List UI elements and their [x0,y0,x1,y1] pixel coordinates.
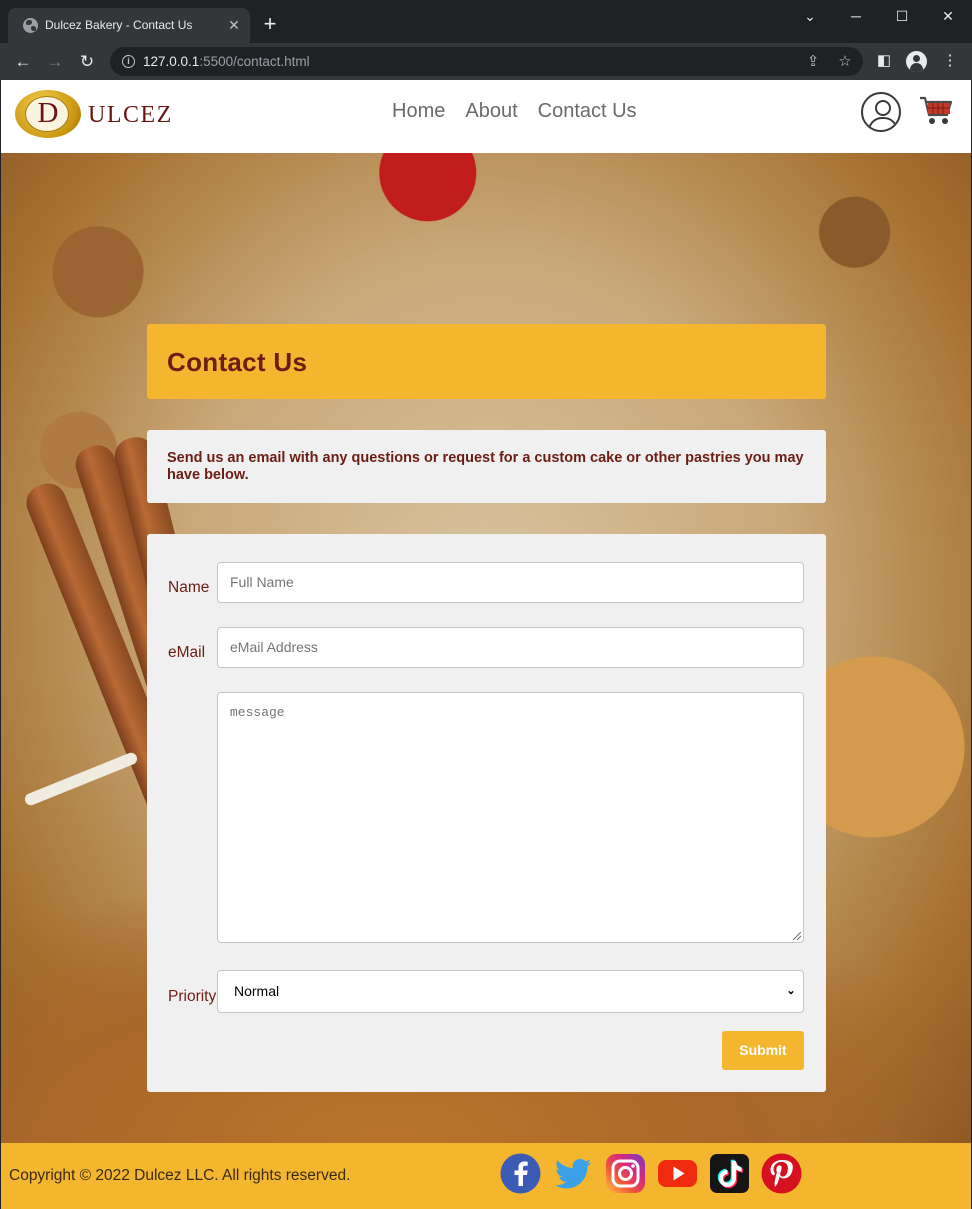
minimize-button[interactable]: ─ [842,4,870,28]
priority-value: Normal [234,983,280,999]
copyright-text: Copyright © 2022 Dulcez LLC. All rights … [9,1167,351,1184]
logo-wordmark: ULCEZ [88,102,173,128]
tab-title: Dulcez Bakery - Contact Us [45,18,193,32]
intro-panel: Send us an email with any questions or r… [147,430,826,503]
site-footer: Copyright © 2022 Dulcez LLC. All rights … [1,1143,971,1209]
facebook-icon[interactable] [500,1153,541,1194]
hero-background: Contact Us Send us an email with any que… [1,153,971,1143]
main-nav: Home About Contact Us [392,100,637,124]
reload-icon[interactable]: ↻ [75,50,99,74]
url-text: 127.0.0.1:5500/contact.html [143,54,310,69]
user-account-icon[interactable] [861,92,901,132]
title-panel: Contact Us [147,324,826,399]
browser-toolbar: ← → ↻ i 127.0.0.1:5500/contact.html ⇪ ☆ … [0,43,972,80]
site-header: D ULCEZ Home About Contact Us [1,80,971,153]
email-label: eMail [168,644,206,661]
email-input[interactable]: eMail Address [217,627,804,668]
twine [23,750,139,808]
share-icon[interactable]: ⇪ [803,52,823,72]
profile-icon[interactable] [906,51,927,72]
close-tab-icon[interactable]: ✕ [225,16,243,34]
page-title: Contact Us [167,347,308,377]
contact-form: Name Full Name eMail eMail Address messa… [147,534,826,1092]
name-label: Name [168,579,210,596]
nav-home[interactable]: Home [392,100,445,124]
nav-contact-us[interactable]: Contact Us [538,100,637,124]
message-textarea[interactable]: message [217,692,804,943]
globe-icon [23,18,38,33]
intro-text: Send us an email with any questions or r… [167,450,804,483]
message-placeholder: message [230,705,285,720]
nav-about[interactable]: About [465,100,517,124]
tab-search-icon[interactable]: ⌄ [796,4,824,28]
dulcez-logo[interactable]: D ULCEZ [13,88,173,144]
chevron-down-icon: ⌄ [786,985,796,997]
resize-handle-icon[interactable] [793,932,801,940]
site-info-icon[interactable]: i [122,55,135,68]
submit-button[interactable]: Submit [722,1031,804,1070]
instagram-icon[interactable] [605,1153,646,1194]
address-bar[interactable]: i 127.0.0.1:5500/contact.html ⇪ ☆ [110,47,863,76]
browser-menu-icon[interactable]: ⋮ [940,51,960,71]
browser-tab[interactable]: Dulcez Bakery - Contact Us ✕ [8,8,250,43]
pinterest-icon[interactable] [761,1153,802,1194]
side-panel-icon[interactable]: ◧ [874,51,894,71]
twitter-icon[interactable] [553,1153,594,1194]
logo-badge: D [13,88,85,140]
shopping-cart-icon[interactable] [919,95,953,127]
bookmark-star-icon[interactable]: ☆ [835,52,855,72]
window-close-button[interactable]: ✕ [934,4,962,28]
forward-icon[interactable]: → [43,50,67,74]
maximize-button[interactable]: ☐ [888,4,916,28]
name-input[interactable]: Full Name [217,562,804,603]
browser-tabstrip: Dulcez Bakery - Contact Us ✕ + ⌄ ─ ☐ ✕ [0,0,972,43]
youtube-icon[interactable] [657,1153,698,1194]
page-viewport: D ULCEZ Home About Contact Us Contact Us [1,80,971,1209]
tiktok-icon[interactable] [709,1153,750,1194]
priority-label: Priority [168,988,217,1005]
priority-select[interactable]: Normal ⌄ [217,970,804,1013]
back-icon[interactable]: ← [11,50,35,74]
new-tab-button[interactable]: + [259,13,281,35]
